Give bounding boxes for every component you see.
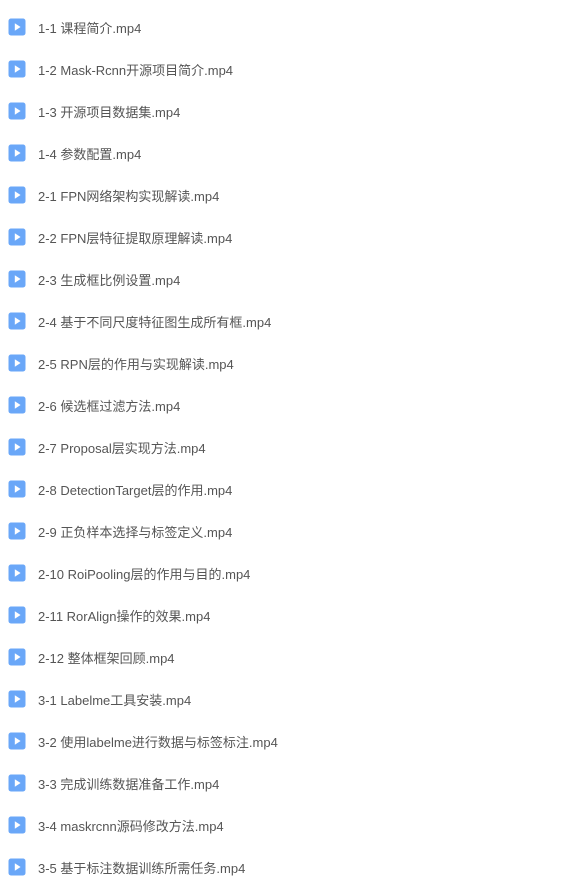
video-file-icon xyxy=(8,816,26,834)
file-name: 2-3 生成框比例设置.mp4 xyxy=(38,270,180,289)
file-name: 2-2 FPN层特征提取原理解读.mp4 xyxy=(38,228,232,247)
file-list: 1-1 课程简介.mp4 1-2 Mask-Rcnn开源项目简介.mp4 1-3 开… xyxy=(0,0,574,894)
video-file-icon xyxy=(8,228,26,246)
file-name: 2-4 基于不同尺度特征图生成所有框.mp4 xyxy=(38,312,271,331)
video-file-icon xyxy=(8,648,26,666)
file-name: 3-1 Labelme工具安装.mp4 xyxy=(38,690,191,709)
file-name: 1-3 开源项目数据集.mp4 xyxy=(38,102,180,121)
file-row[interactable]: 1-2 Mask-Rcnn开源项目简介.mp4 xyxy=(8,48,574,90)
file-name: 2-1 FPN网络架构实现解读.mp4 xyxy=(38,186,219,205)
file-name: 2-8 DetectionTarget层的作用.mp4 xyxy=(38,480,232,499)
video-file-icon xyxy=(8,186,26,204)
file-row[interactable]: 2-1 FPN网络架构实现解读.mp4 xyxy=(8,174,574,216)
video-file-icon xyxy=(8,774,26,792)
file-name: 3-3 完成训练数据准备工作.mp4 xyxy=(38,774,219,793)
video-file-icon xyxy=(8,522,26,540)
video-file-icon xyxy=(8,60,26,78)
file-name: 3-4 maskrcnn源码修改方法.mp4 xyxy=(38,816,224,835)
video-file-icon xyxy=(8,690,26,708)
file-name: 1-4 参数配置.mp4 xyxy=(38,144,141,163)
file-name: 1-1 课程简介.mp4 xyxy=(38,18,141,37)
video-file-icon xyxy=(8,396,26,414)
file-name: 2-7 Proposal层实现方法.mp4 xyxy=(38,438,206,457)
file-row[interactable]: 2-12 整体框架回顾.mp4 xyxy=(8,636,574,678)
video-file-icon xyxy=(8,858,26,876)
file-name: 2-12 整体框架回顾.mp4 xyxy=(38,648,175,667)
file-row[interactable]: 1-4 参数配置.mp4 xyxy=(8,132,574,174)
file-name: 2-6 候选框过滤方法.mp4 xyxy=(38,396,180,415)
file-name: 2-10 RoiPooling层的作用与目的.mp4 xyxy=(38,564,250,583)
file-row[interactable]: 2-5 RPN层的作用与实现解读.mp4 xyxy=(8,342,574,384)
file-name: 2-5 RPN层的作用与实现解读.mp4 xyxy=(38,354,234,373)
file-row[interactable]: 2-8 DetectionTarget层的作用.mp4 xyxy=(8,468,574,510)
file-name: 2-11 RorAlign操作的效果.mp4 xyxy=(38,606,210,625)
file-row[interactable]: 2-10 RoiPooling层的作用与目的.mp4 xyxy=(8,552,574,594)
video-file-icon xyxy=(8,354,26,372)
video-file-icon xyxy=(8,480,26,498)
file-name: 3-2 使用labelme进行数据与标签标注.mp4 xyxy=(38,732,278,751)
video-file-icon xyxy=(8,102,26,120)
video-file-icon xyxy=(8,312,26,330)
file-name: 2-9 正负样本选择与标签定义.mp4 xyxy=(38,522,232,541)
file-row[interactable]: 1-1 课程简介.mp4 xyxy=(8,6,574,48)
video-file-icon xyxy=(8,606,26,624)
file-name: 3-5 基于标注数据训练所需任务.mp4 xyxy=(38,858,245,877)
file-row[interactable]: 2-3 生成框比例设置.mp4 xyxy=(8,258,574,300)
file-row[interactable]: 1-3 开源项目数据集.mp4 xyxy=(8,90,574,132)
file-row[interactable]: 3-5 基于标注数据训练所需任务.mp4 xyxy=(8,846,574,888)
file-row[interactable]: 2-2 FPN层特征提取原理解读.mp4 xyxy=(8,216,574,258)
file-row[interactable]: 2-7 Proposal层实现方法.mp4 xyxy=(8,426,574,468)
file-row[interactable]: 3-3 完成训练数据准备工作.mp4 xyxy=(8,762,574,804)
video-file-icon xyxy=(8,732,26,750)
video-file-icon xyxy=(8,18,26,36)
file-row[interactable]: 2-9 正负样本选择与标签定义.mp4 xyxy=(8,510,574,552)
file-name: 1-2 Mask-Rcnn开源项目简介.mp4 xyxy=(38,60,233,79)
file-row[interactable]: 3-4 maskrcnn源码修改方法.mp4 xyxy=(8,804,574,846)
file-row[interactable]: 2-11 RorAlign操作的效果.mp4 xyxy=(8,594,574,636)
video-file-icon xyxy=(8,438,26,456)
file-row[interactable]: 2-4 基于不同尺度特征图生成所有框.mp4 xyxy=(8,300,574,342)
file-row[interactable]: 2-6 候选框过滤方法.mp4 xyxy=(8,384,574,426)
file-row[interactable]: 3-1 Labelme工具安装.mp4 xyxy=(8,678,574,720)
video-file-icon xyxy=(8,270,26,288)
file-row[interactable]: 3-2 使用labelme进行数据与标签标注.mp4 xyxy=(8,720,574,762)
video-file-icon xyxy=(8,564,26,582)
video-file-icon xyxy=(8,144,26,162)
